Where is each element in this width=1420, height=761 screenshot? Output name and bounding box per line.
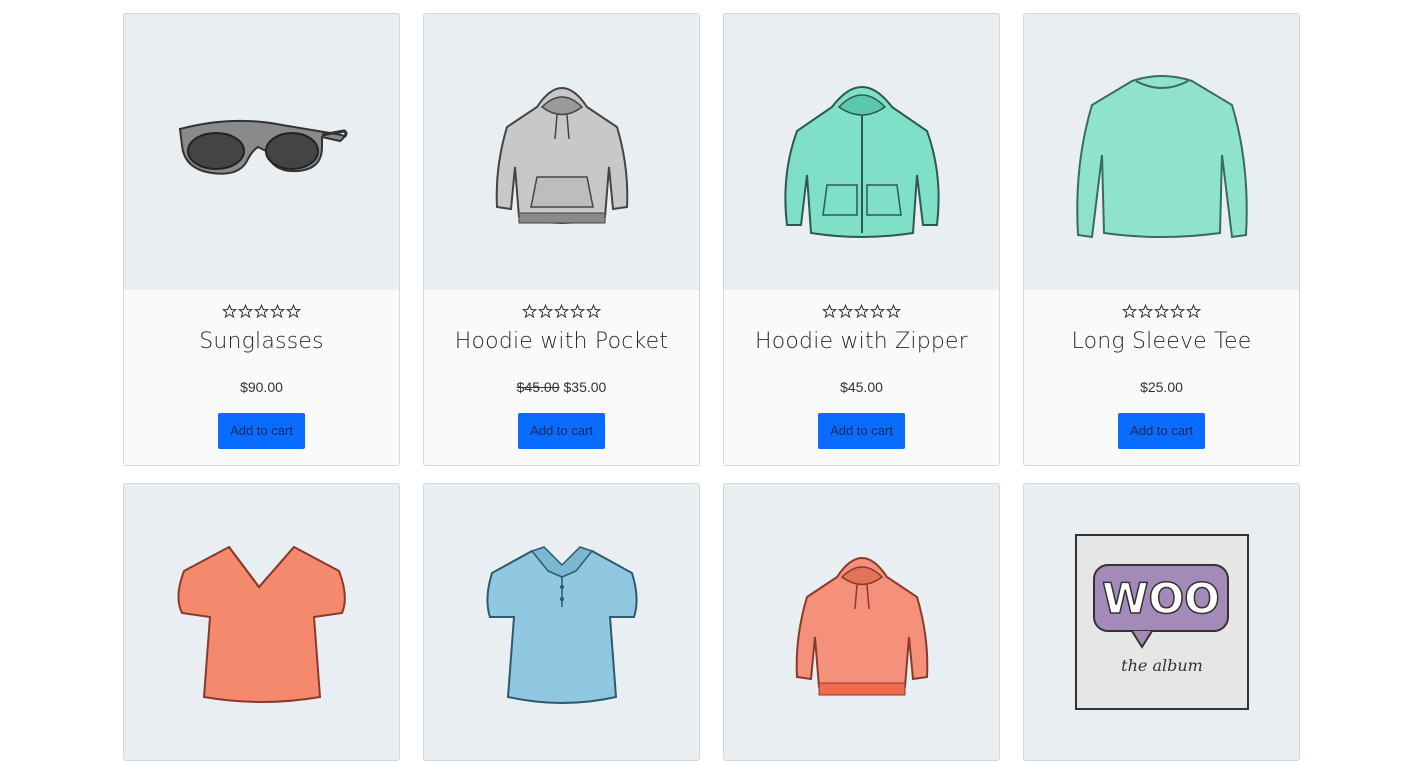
product-image[interactable]: WOO the album xyxy=(1024,484,1299,760)
product-title[interactable]: Long Sleeve Tee xyxy=(1024,328,1299,356)
zip-hoodie-icon xyxy=(783,85,940,238)
star-empty-icon xyxy=(522,304,537,319)
sunglasses-icon xyxy=(178,119,347,175)
product-image[interactable] xyxy=(124,484,399,760)
star-empty-icon xyxy=(270,304,285,319)
album-logo-text: WOO xyxy=(1102,574,1220,623)
hoodie-icon xyxy=(795,557,928,696)
star-empty-icon xyxy=(1170,304,1185,319)
product-card: Hoodie with Pocket $45.00 $35.00 Add to c… xyxy=(423,13,700,466)
star-empty-icon xyxy=(854,304,869,319)
star-empty-icon xyxy=(570,304,585,319)
star-empty-icon xyxy=(1186,304,1201,319)
star-empty-icon xyxy=(286,304,301,319)
price-current: $35.00 xyxy=(563,379,607,395)
star-empty-icon xyxy=(838,304,853,319)
product-card: Long Sleeve Tee $25.00 Add to cart xyxy=(1023,13,1300,466)
price-current: $90.00 xyxy=(240,379,283,395)
product-card: WOO the album xyxy=(1023,483,1300,761)
product-card: Sunglasses $90.00 Add to cart xyxy=(123,13,400,466)
product-image[interactable] xyxy=(1024,14,1299,290)
hoodie-icon xyxy=(495,87,628,224)
rating-stars xyxy=(1024,304,1299,322)
star-empty-icon xyxy=(870,304,885,319)
star-empty-icon xyxy=(1154,304,1169,319)
product-image[interactable] xyxy=(424,14,699,290)
polo-icon xyxy=(485,546,638,704)
add-to-cart-button[interactable]: Add to cart xyxy=(818,413,905,449)
rating-stars xyxy=(724,304,999,322)
product-title[interactable]: Sunglasses xyxy=(124,328,399,356)
star-empty-icon xyxy=(538,304,553,319)
long-sleeve-tee-icon xyxy=(1075,74,1248,238)
product-image[interactable] xyxy=(724,14,999,290)
product-card xyxy=(423,483,700,761)
product-card xyxy=(723,483,1000,761)
star-empty-icon xyxy=(238,304,253,319)
product-card xyxy=(123,483,400,761)
album-icon: WOO the album xyxy=(1074,534,1249,710)
product-image[interactable] xyxy=(124,14,399,290)
product-price: $90.00 xyxy=(124,378,399,396)
add-to-cart-button[interactable]: Add to cart xyxy=(518,413,605,449)
star-empty-icon xyxy=(1138,304,1153,319)
product-image[interactable] xyxy=(724,484,999,760)
price-current: $25.00 xyxy=(1140,379,1183,395)
rating-stars xyxy=(124,304,399,322)
star-empty-icon xyxy=(586,304,601,319)
product-price: $45.00 xyxy=(724,378,999,396)
product-price: $45.00 $35.00 xyxy=(424,378,699,396)
add-to-cart-button[interactable]: Add to cart xyxy=(218,413,305,449)
product-card: Hoodie with Zipper $45.00 Add to cart xyxy=(723,13,1000,466)
product-image[interactable] xyxy=(424,484,699,760)
price-current: $45.00 xyxy=(840,379,883,395)
star-empty-icon xyxy=(554,304,569,319)
product-grid: Sunglasses $90.00 Add to cart Hoodie wit… xyxy=(123,13,1300,761)
star-empty-icon xyxy=(1122,304,1137,319)
star-empty-icon xyxy=(254,304,269,319)
star-empty-icon xyxy=(222,304,237,319)
star-empty-icon xyxy=(886,304,901,319)
product-title[interactable]: Hoodie with Zipper xyxy=(724,328,999,356)
rating-stars xyxy=(424,304,699,322)
vneck-tee-icon xyxy=(177,545,346,703)
star-empty-icon xyxy=(822,304,837,319)
add-to-cart-button[interactable]: Add to cart xyxy=(1118,413,1205,449)
album-caption-text: the album xyxy=(1121,656,1203,675)
product-title[interactable]: Hoodie with Pocket xyxy=(424,328,699,356)
product-price: $25.00 xyxy=(1024,378,1299,396)
price-original: $45.00 xyxy=(516,379,560,395)
